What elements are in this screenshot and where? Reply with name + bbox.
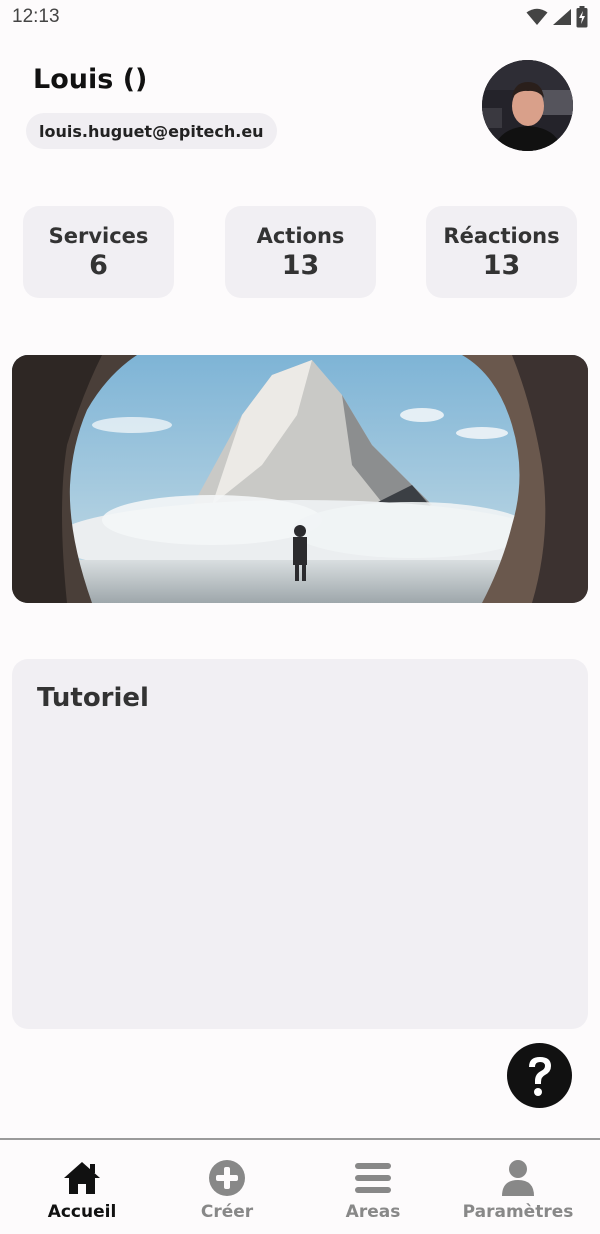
banner-image (12, 355, 588, 603)
signal-icon (553, 9, 571, 25)
nav-label: Créer (200, 1202, 254, 1222)
status-icons (526, 6, 588, 28)
stat-label: Services (48, 223, 149, 248)
help-button[interactable] (507, 1043, 572, 1108)
stat-value: 13 (281, 249, 320, 281)
nav-item-areas[interactable]: Areas (298, 1140, 448, 1234)
stat-card-services: Services 6 (23, 206, 174, 298)
nav-label: Areas (345, 1202, 401, 1222)
tutorial-card: Tutoriel (12, 659, 588, 1029)
status-time: 12:13 (12, 6, 60, 27)
question-icon (528, 1056, 551, 1096)
battery-charging-icon (576, 6, 588, 28)
email-text: louis.huguet@epitech.eu (39, 121, 264, 141)
stat-value: 13 (482, 249, 521, 281)
stat-label: Réactions (443, 223, 560, 248)
stats-row: Services 6 Actions 13 Réactions 13 (23, 206, 579, 298)
stat-value: 6 (89, 249, 108, 281)
plus-circle-icon (208, 1160, 246, 1196)
nav-label: Paramètres (462, 1202, 574, 1222)
avatar[interactable] (482, 60, 573, 151)
status-bar: 12:13 (0, 0, 600, 34)
avatar-image (482, 60, 573, 151)
profile-name: Louis () (33, 64, 148, 95)
mountain-illustration (12, 355, 588, 603)
person-icon (501, 1160, 535, 1196)
nav-item-creer[interactable]: Créer (152, 1140, 302, 1234)
tutorial-title: Tutoriel (37, 683, 149, 713)
stat-card-actions: Actions 13 (225, 206, 376, 298)
email-chip: louis.huguet@epitech.eu (26, 113, 277, 149)
stat-label: Actions (256, 223, 345, 248)
bottom-nav: Accueil Créer Areas Paramètres (0, 1138, 600, 1234)
home-icon (62, 1160, 102, 1196)
nav-item-parametres[interactable]: Paramètres (443, 1140, 593, 1234)
nav-label: Accueil (47, 1202, 117, 1222)
stat-card-reactions: Réactions 13 (426, 206, 577, 298)
wifi-icon (526, 8, 548, 25)
nav-item-accueil[interactable]: Accueil (7, 1140, 157, 1234)
menu-icon (354, 1160, 392, 1196)
